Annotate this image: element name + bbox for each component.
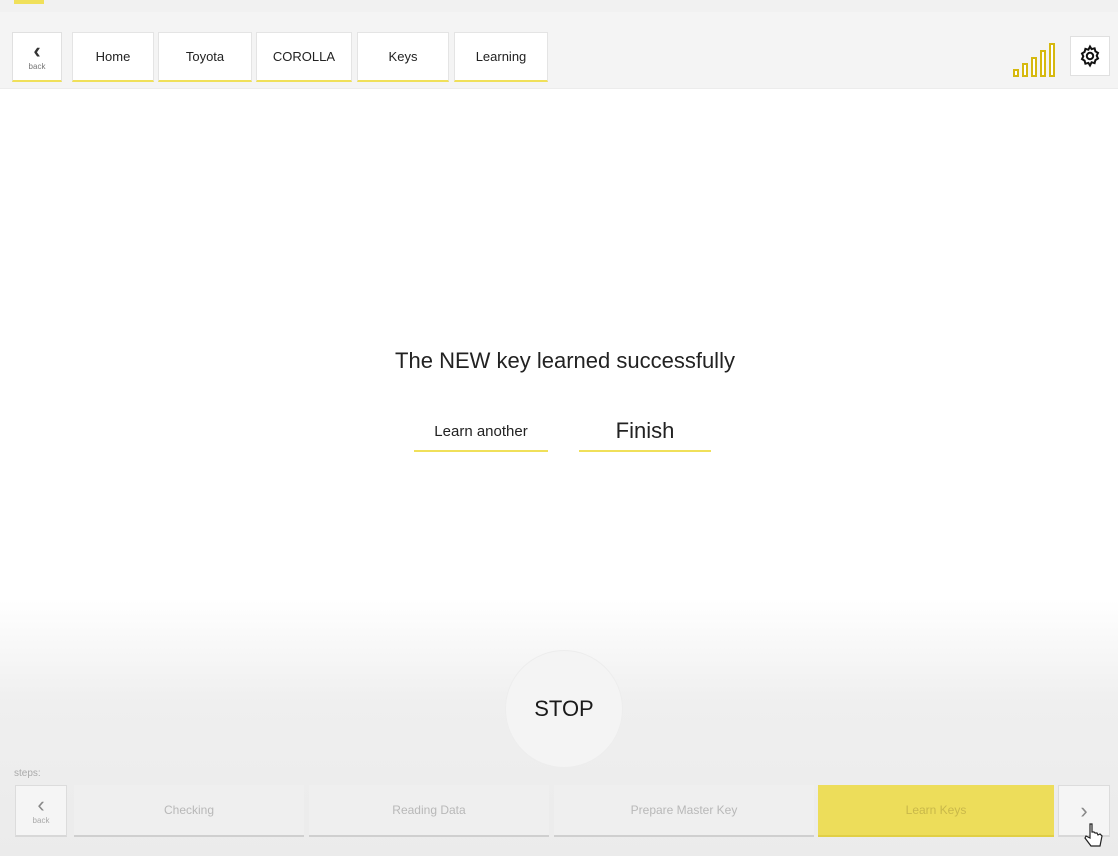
step-prepare-master-key[interactable]: Prepare Master Key [554,785,814,837]
top-strip [0,0,1118,12]
chevron-left-icon: ‹ [37,792,45,817]
mouse-cursor-icon [1084,823,1103,847]
breadcrumb-corolla[interactable]: COROLLA [256,32,352,82]
step-reading-data[interactable]: Reading Data [309,785,549,837]
signal-strength-icon [1013,39,1059,77]
top-accent [14,0,44,4]
step-checking[interactable]: Checking [74,785,304,837]
chevron-left-icon: ‹ [33,38,41,63]
success-message: The NEW key learned successfully [395,348,735,373]
stop-button[interactable]: STOP [505,650,623,768]
step-learn-keys[interactable]: Learn Keys [818,785,1054,837]
steps-back-button[interactable]: ‹ back [15,785,67,837]
breadcrumb-toyota[interactable]: Toyota [158,32,252,82]
learn-another-button[interactable]: Learn another [414,412,548,452]
chevron-right-icon: › [1080,797,1088,823]
settings-button[interactable] [1070,36,1110,76]
header-bar: ‹ back Home Toyota COROLLA Keys Learning [0,12,1118,89]
finish-button[interactable]: Finish [579,412,711,452]
back-button[interactable]: ‹ back [12,32,62,82]
breadcrumb-keys[interactable]: Keys [357,32,449,82]
steps-back-label: back [32,816,50,825]
gear-icon [1080,44,1100,68]
breadcrumb-learning[interactable]: Learning [454,32,548,82]
steps-label: steps: [14,768,41,779]
breadcrumb-home[interactable]: Home [72,32,154,82]
back-label: back [28,62,46,71]
